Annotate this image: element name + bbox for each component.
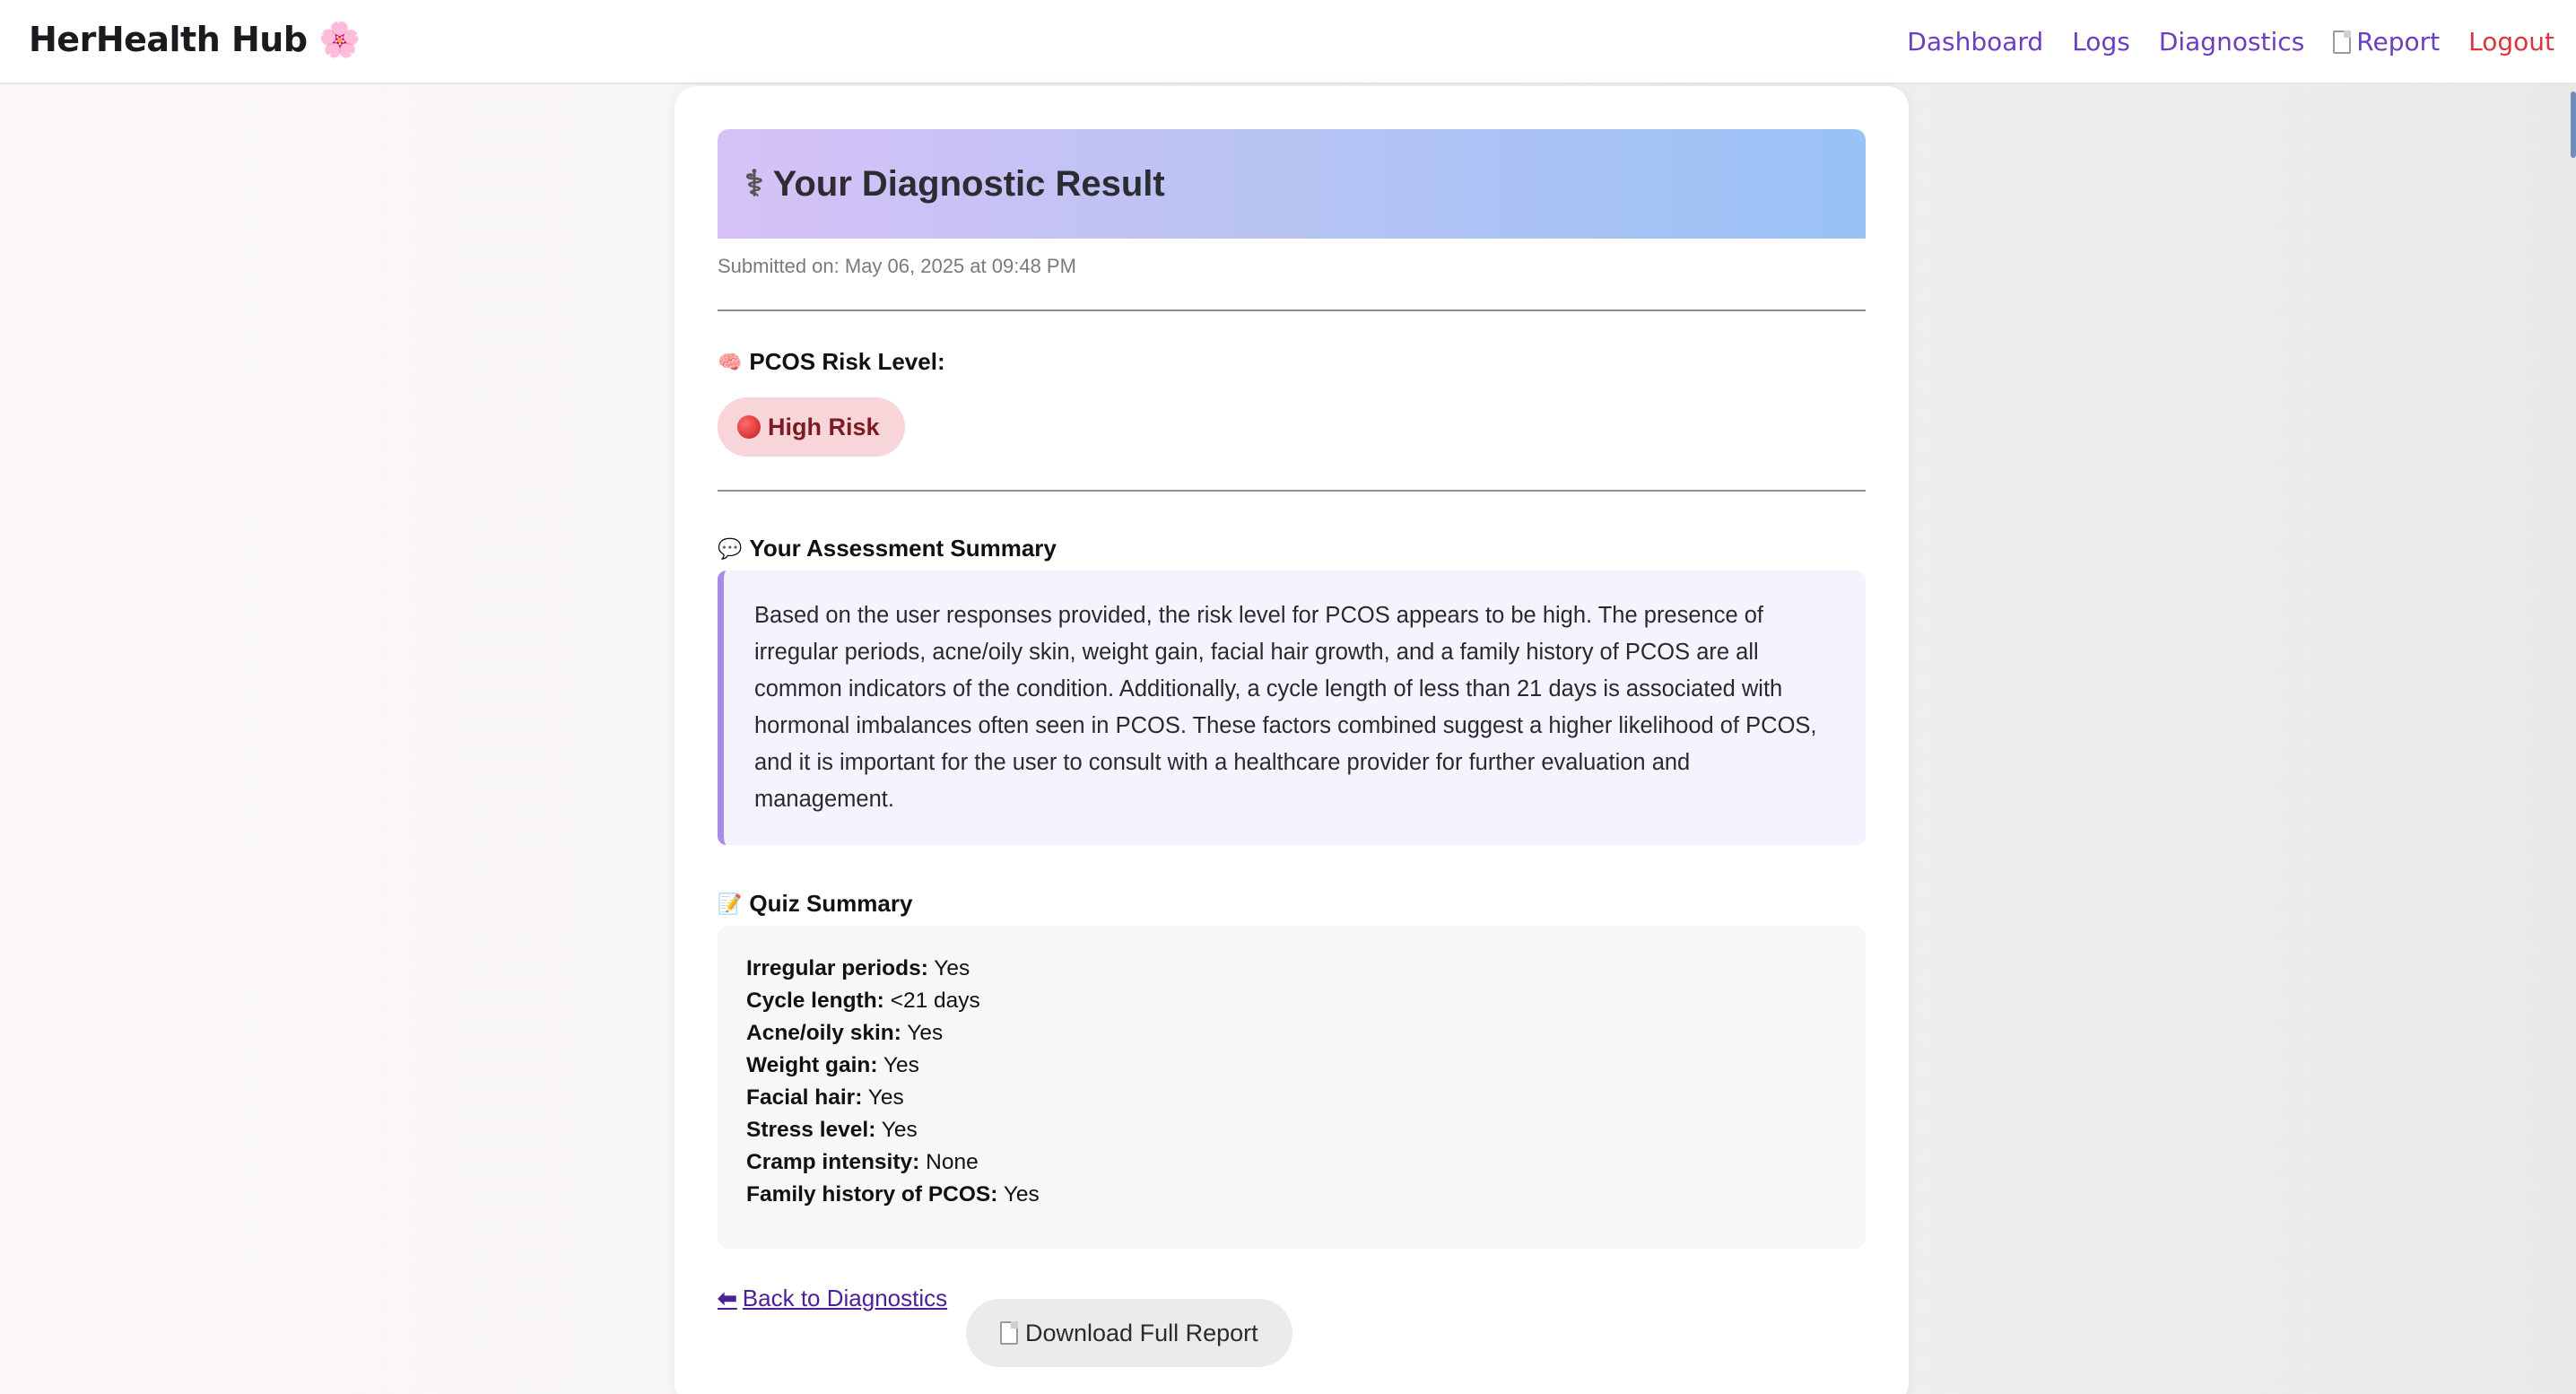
top-navbar: HerHealth Hub 🌸 Dashboard Logs Diagnosti… (0, 0, 2576, 84)
quiz-summary: Irregular periods: Yes Cycle length: <21… (718, 926, 1866, 1249)
brain-icon: 🧠 (718, 350, 743, 373)
assessment-label: Your Assessment Summary (749, 535, 1057, 562)
quiz-item-key: Acne/oily skin: (746, 1021, 901, 1045)
quiz-item: Irregular periods: Yes (746, 953, 1837, 985)
back-link-label: Back to Diagnostics (742, 1285, 948, 1311)
assessment-heading: 💬 Your Assessment Summary (718, 535, 1057, 562)
nav-logout-link[interactable]: Logout (2468, 27, 2554, 57)
quiz-item-value: Yes (907, 1021, 944, 1045)
brand-logo[interactable]: HerHealth Hub 🌸 (29, 20, 361, 60)
quiz-item-key: Weight gain: (746, 1053, 878, 1077)
quiz-item-value: None (926, 1150, 979, 1174)
flower-icon: 🌸 (318, 20, 361, 59)
document-icon (2333, 30, 2352, 54)
divider (718, 490, 1866, 492)
quiz-item-key: Family history of PCOS: (746, 1182, 998, 1207)
nav-logs-link[interactable]: Logs (2072, 27, 2130, 57)
quiz-item: Cramp intensity: None (746, 1146, 1837, 1179)
speech-bubble-icon: 💬 (718, 536, 743, 560)
download-button-label: Download Full Report (1025, 1319, 1258, 1346)
stethoscope-icon: ⚕ (744, 164, 764, 204)
result-card: ⚕ Your Diagnostic Result Submitted on: M… (674, 86, 1909, 1394)
quiz-item-value: Yes (934, 956, 970, 980)
risk-level-heading: 🧠 PCOS Risk Level: (718, 348, 945, 376)
quiz-item-key: Stress level: (746, 1118, 876, 1142)
quiz-item: Cycle length: <21 days (746, 985, 1837, 1017)
red-circle-icon (737, 415, 761, 439)
quiz-item-key: Cycle length: (746, 989, 884, 1013)
quiz-item-value: Yes (867, 1085, 904, 1110)
quiz-item-value: Yes (883, 1053, 919, 1077)
quiz-heading: 📝 Quiz Summary (718, 890, 912, 918)
quiz-item: Acne/oily skin: Yes (746, 1017, 1837, 1050)
page-title-text: Your Diagnostic Result (772, 163, 1165, 204)
result-header: ⚕ Your Diagnostic Result (718, 129, 1866, 239)
nav-dashboard-link[interactable]: Dashboard (1907, 27, 2043, 57)
quiz-item: Family history of PCOS: Yes (746, 1179, 1837, 1211)
quiz-item: Stress level: Yes (746, 1114, 1837, 1146)
nav-diagnostics-link[interactable]: Diagnostics (2159, 27, 2304, 57)
nav-links: Dashboard Logs Diagnostics Report Logout (1907, 27, 2554, 57)
nav-report-label: Report (2356, 27, 2441, 57)
quiz-item-key: Cramp intensity: (746, 1150, 920, 1174)
download-report-button[interactable]: Download Full Report (966, 1299, 1292, 1367)
divider (718, 309, 1866, 311)
scrollbar-thumb[interactable] (2571, 91, 2576, 158)
left-arrow-icon: ⬅ (718, 1285, 737, 1311)
quiz-item-value: Yes (881, 1118, 918, 1142)
quiz-item-value: <21 days (890, 989, 980, 1013)
assessment-summary: Based on the user responses provided, th… (718, 571, 1866, 845)
risk-level-label: PCOS Risk Level: (749, 348, 945, 375)
page-title: ⚕ Your Diagnostic Result (744, 163, 1165, 205)
risk-badge: High Risk (718, 397, 905, 457)
quiz-item-value: Yes (1003, 1182, 1040, 1207)
quiz-label: Quiz Summary (749, 890, 913, 917)
nav-report-link[interactable]: Report (2333, 27, 2440, 57)
risk-badge-text: High Risk (768, 413, 880, 440)
memo-icon: 📝 (718, 892, 743, 915)
quiz-item-key: Facial hair: (746, 1085, 863, 1110)
brand-name: HerHealth Hub (29, 20, 308, 59)
quiz-item-key: Irregular periods: (746, 956, 928, 980)
back-to-diagnostics-link[interactable]: ⬅ Back to Diagnostics (718, 1285, 947, 1312)
submitted-timestamp: Submitted on: May 06, 2025 at 09:48 PM (718, 255, 1076, 277)
quiz-item: Facial hair: Yes (746, 1082, 1837, 1114)
quiz-item: Weight gain: Yes (746, 1050, 1837, 1082)
document-icon (1000, 1321, 1018, 1345)
